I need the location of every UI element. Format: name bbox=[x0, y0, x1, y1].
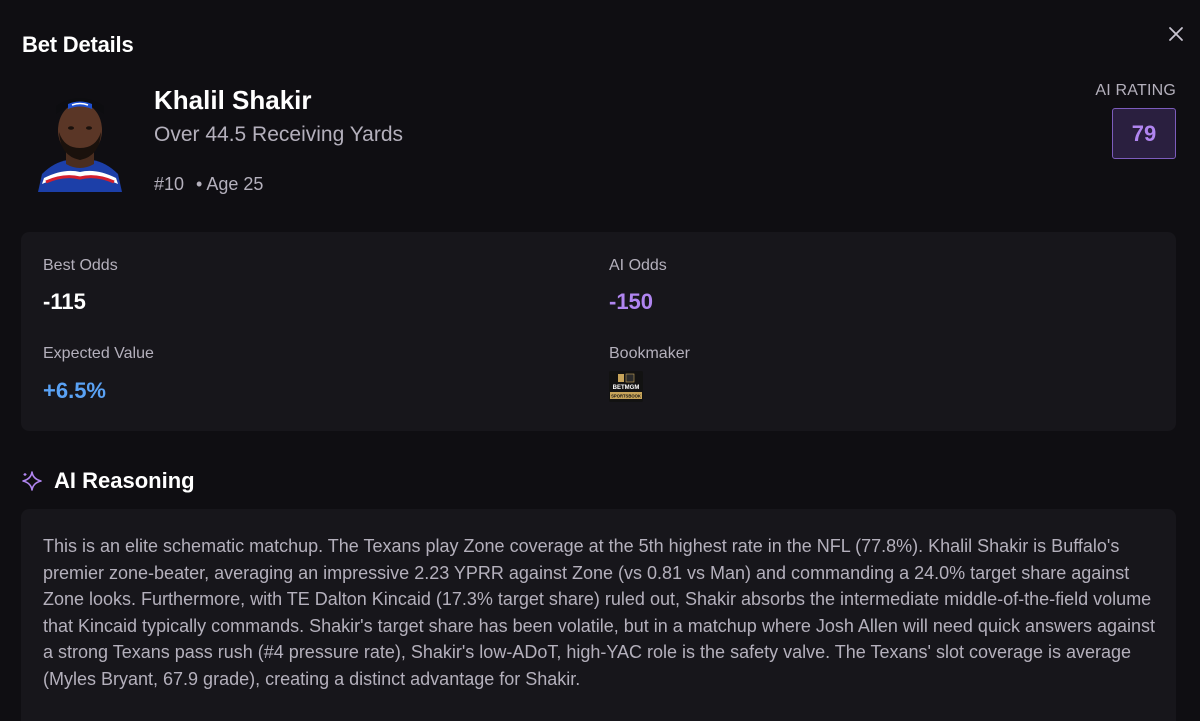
close-button[interactable] bbox=[1164, 22, 1188, 46]
ai-reasoning-text: This is an elite schematic matchup. The … bbox=[43, 536, 1156, 689]
ai-reasoning-header: AI Reasoning bbox=[22, 468, 195, 494]
ai-reasoning-title: AI Reasoning bbox=[54, 468, 195, 493]
player-meta: #10 • Age 25 bbox=[154, 174, 263, 195]
expected-value-label: Expected Value bbox=[43, 345, 154, 362]
betmgm-logo: BETMGM SPORTSBOOK bbox=[609, 371, 643, 402]
bet-line: Over 44.5 Receiving Yards bbox=[154, 123, 404, 146]
ai-reasoning-card: This is an elite schematic matchup. The … bbox=[21, 509, 1176, 721]
page-title: Bet Details bbox=[22, 32, 134, 57]
player-name: Khalil Shakir bbox=[154, 85, 312, 115]
best-odds-label: Best Odds bbox=[43, 257, 118, 274]
betmgm-logo-subtext: SPORTSBOOK bbox=[611, 394, 641, 399]
odds-stats-card: Best Odds -115 AI Odds -150 Expected Val… bbox=[21, 232, 1176, 431]
ai-rating-label: AI RATING bbox=[1095, 82, 1176, 99]
player-age: Age 25 bbox=[206, 174, 264, 194]
ai-rating-badge: 79 bbox=[1112, 108, 1176, 159]
sparkle-icon bbox=[22, 471, 42, 491]
close-icon bbox=[1169, 27, 1183, 41]
betmgm-logo-text: BETMGM bbox=[613, 385, 640, 391]
bookmaker-label: Bookmaker bbox=[609, 345, 690, 362]
separator-dot: • bbox=[196, 174, 203, 194]
player-headshot bbox=[34, 86, 126, 192]
best-odds-value: -115 bbox=[43, 289, 86, 314]
ai-odds-label: AI Odds bbox=[609, 257, 667, 274]
expected-value-value: +6.5% bbox=[43, 378, 106, 403]
jersey-number: #10 bbox=[154, 174, 185, 194]
ai-odds-value: -150 bbox=[609, 289, 654, 314]
